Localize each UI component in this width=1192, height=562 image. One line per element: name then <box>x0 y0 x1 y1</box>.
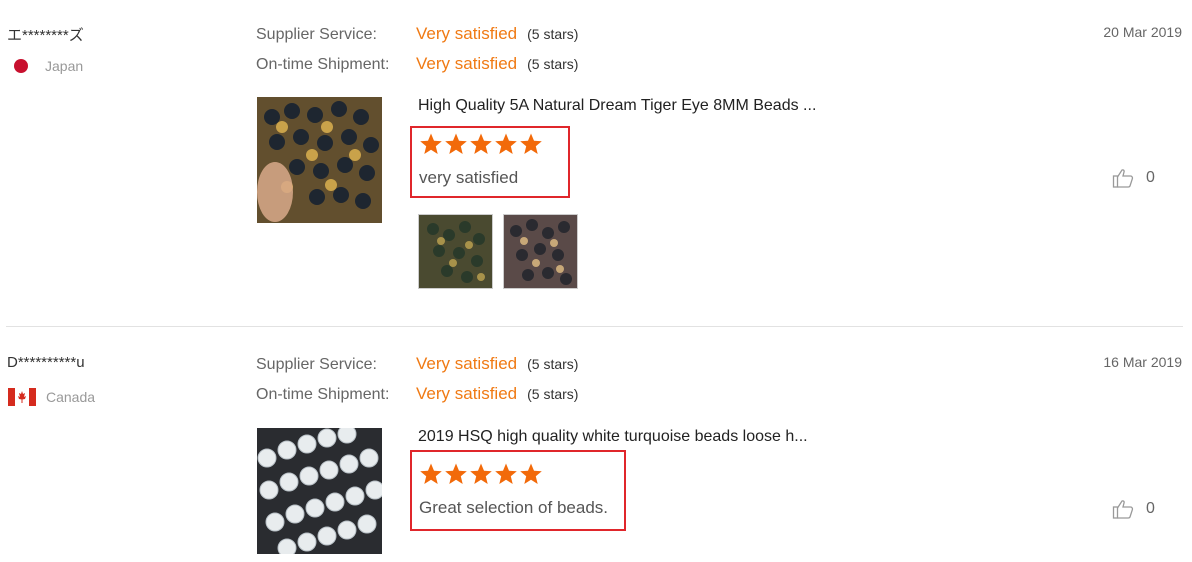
thumbs-up-icon <box>1112 169 1134 188</box>
shipment-label: On-time Shipment: <box>256 56 390 73</box>
product-image[interactable] <box>257 97 382 223</box>
star-icon <box>495 463 517 484</box>
japan-flag-icon <box>14 59 28 73</box>
product-image[interactable] <box>257 428 382 554</box>
review-divider <box>6 326 1183 327</box>
like-count: 0 <box>1146 500 1155 517</box>
like-button[interactable]: 0 <box>1112 498 1155 520</box>
buyer-country: Canada <box>8 388 95 406</box>
supplier-service-value: Very satisfied <box>416 354 518 373</box>
review-photo-thumbnail[interactable] <box>418 214 493 289</box>
canada-flag-icon <box>8 388 36 406</box>
shipment-stars: (5 stars) <box>527 386 579 402</box>
feedback-highlight: Great selection of beads. <box>410 450 626 531</box>
star-icon <box>445 133 467 154</box>
product-title-link[interactable]: 2019 HSQ high quality white turquoise be… <box>418 428 808 446</box>
review-rating <box>419 462 543 486</box>
supplier-service-value: Very satisfied <box>416 24 518 43</box>
feedback-text: very satisfied <box>419 168 519 187</box>
star-icon <box>470 133 492 154</box>
feedback-text: Great selection of beads. <box>419 498 609 517</box>
buyer-name: D**********u <box>7 354 85 371</box>
review-item: エ********ズ Japan Supplier Service: Very … <box>0 0 1192 326</box>
review-date: 16 Mar 2019 <box>1103 354 1182 370</box>
star-icon <box>495 133 517 154</box>
thumbs-up-icon <box>1112 500 1134 519</box>
country-name: Canada <box>46 389 96 405</box>
supplier-service-label: Supplier Service: <box>256 26 377 43</box>
shipment-stars: (5 stars) <box>527 56 579 72</box>
star-icon <box>520 133 542 154</box>
shipment-value: Very satisfied <box>416 54 518 73</box>
buyer-country: Japan <box>8 58 83 74</box>
review-photos <box>418 214 578 289</box>
buyer-name: エ********ズ <box>7 27 84 44</box>
feedback-highlight: very satisfied <box>410 126 570 198</box>
seller-ratings: Supplier Service: Very satisfied (5 star… <box>256 354 578 414</box>
star-icon <box>420 463 442 484</box>
supplier-service-label: Supplier Service: <box>256 356 377 373</box>
review-date: 20 Mar 2019 <box>1103 24 1182 40</box>
like-button[interactable]: 0 <box>1112 167 1155 189</box>
country-name: Japan <box>45 58 84 74</box>
review-item: D**********u Canada Supplier Service: Ve… <box>0 330 1192 562</box>
supplier-service-stars: (5 stars) <box>527 356 579 372</box>
like-count: 0 <box>1146 169 1155 186</box>
shipment-value: Very satisfied <box>416 384 518 403</box>
shipment-label: On-time Shipment: <box>256 386 390 403</box>
product-title-link[interactable]: High Quality 5A Natural Dream Tiger Eye … <box>418 97 816 115</box>
review-photo-thumbnail[interactable] <box>503 214 578 289</box>
star-icon <box>445 463 467 484</box>
review-rating <box>419 132 543 156</box>
star-icon <box>420 133 442 154</box>
star-icon <box>520 463 542 484</box>
star-icon <box>470 463 492 484</box>
seller-ratings: Supplier Service: Very satisfied (5 star… <box>256 24 578 84</box>
supplier-service-stars: (5 stars) <box>527 26 579 42</box>
